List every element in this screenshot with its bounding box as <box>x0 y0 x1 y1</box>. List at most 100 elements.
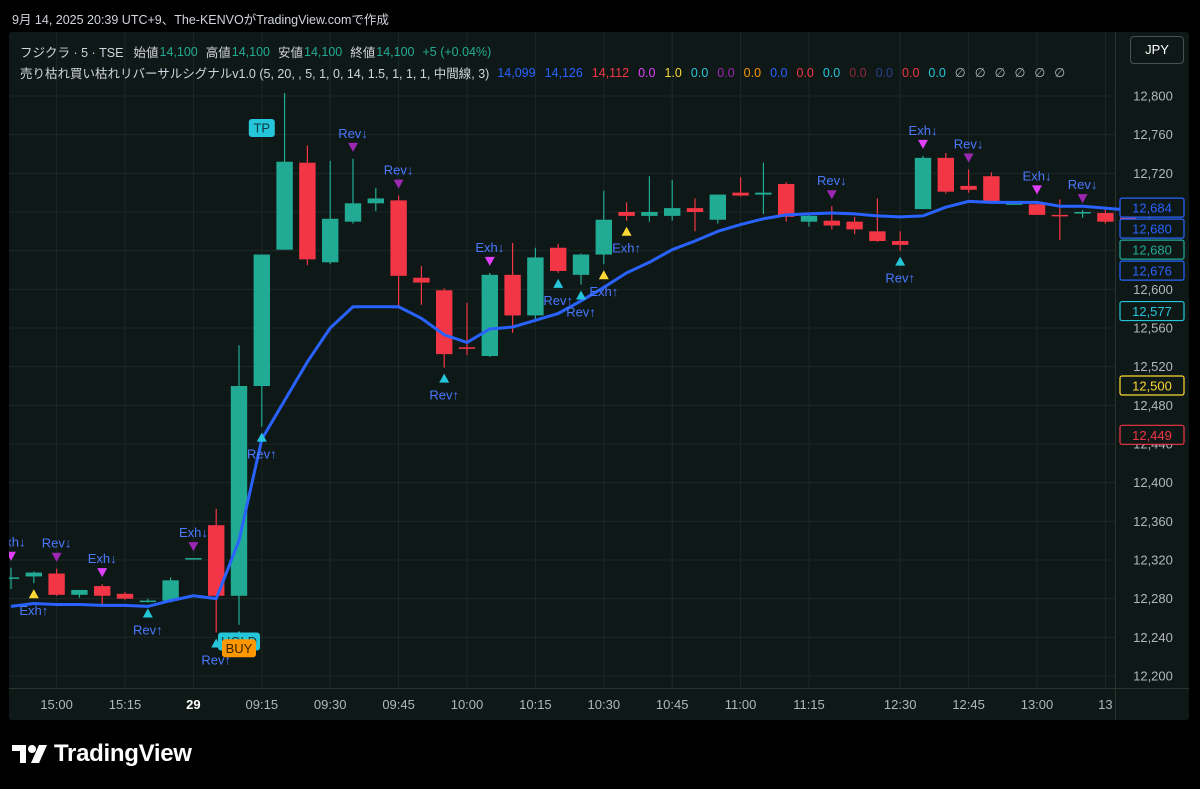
symbol-legend: フジクラ · 5 · TSE 始値 14,100 高値 14,100 安値 14… <box>20 42 491 61</box>
indicator-value: 0.0 <box>796 66 814 80</box>
y-tick-label: 12,360 <box>1133 514 1173 529</box>
indicator-value: 0.0 <box>743 66 762 80</box>
candle-body[interactable] <box>618 212 635 216</box>
low-value: 14,100 <box>304 44 343 59</box>
candle-body[interactable] <box>550 247 567 271</box>
signal-up-marker <box>621 226 632 236</box>
indicator-value: 0.0 <box>638 66 656 80</box>
candle-body[interactable] <box>481 274 498 357</box>
candle-body[interactable] <box>71 589 88 595</box>
y-tick-label: 12,800 <box>1133 89 1173 104</box>
candle-body[interactable] <box>732 192 749 196</box>
signal-down-marker <box>484 256 495 266</box>
signal-up-marker <box>895 256 906 266</box>
signal-up-marker <box>28 589 39 599</box>
price-label-text: 12,500 <box>1132 379 1172 394</box>
x-tick-label: 10:15 <box>519 697 552 712</box>
high-value: 14,100 <box>231 44 270 59</box>
indicator-value: 0.0 <box>902 66 920 80</box>
candle-body[interactable] <box>458 347 476 349</box>
candle-body[interactable] <box>800 215 818 222</box>
signal-label: Exh↓ <box>179 525 208 540</box>
signal-label: Rev↓ <box>1068 177 1098 192</box>
chart-panel[interactable]: 12,200 12,240 12,280 12,320 12,360 12,400 12,4… <box>9 32 1189 720</box>
indicator-value: 0.0 <box>717 66 735 80</box>
candle-body[interactable] <box>390 200 407 276</box>
indicator-name[interactable]: 売り枯れ買い枯れリバーサルシグナルv1.0 (5, 20, , 5, 1, 0,… <box>20 63 489 82</box>
candle-body[interactable] <box>709 194 726 220</box>
candle-body[interactable] <box>846 221 863 230</box>
y-tick-label: 12,520 <box>1133 359 1173 374</box>
signal-label: Exh↓ <box>475 240 504 255</box>
x-tick-label: 10:00 <box>451 697 484 712</box>
open-value: 14,100 <box>159 44 198 59</box>
indicator-value: ∅ <box>1014 66 1026 80</box>
signal-label: Rev↓ <box>954 136 984 151</box>
symbol-name[interactable]: フジクラ · 5 · TSE <box>20 42 123 61</box>
x-tick-label: 10:45 <box>656 697 689 712</box>
y-tick-label: 12,400 <box>1133 475 1173 490</box>
candle-body[interactable] <box>686 208 704 212</box>
x-tick-label: 29 <box>186 697 200 712</box>
candle-body[interactable] <box>914 157 932 210</box>
candle-body[interactable] <box>25 572 42 577</box>
candle-body[interactable] <box>1051 214 1068 217</box>
x-tick-label: 13:00 <box>1021 697 1054 712</box>
tradingview-logo-icon <box>12 745 47 763</box>
candle-body[interactable] <box>1074 212 1091 214</box>
candle-body[interactable] <box>9 577 20 579</box>
candle-body[interactable] <box>230 386 248 596</box>
candle-body[interactable] <box>436 290 453 355</box>
candle-body[interactable] <box>869 231 886 241</box>
indicator-value: 14,126 <box>544 66 583 80</box>
candle-body[interactable] <box>983 176 1000 204</box>
candle-body[interactable] <box>1028 204 1046 215</box>
candle-body[interactable] <box>1097 212 1114 222</box>
price-label-text: 12,577 <box>1132 304 1172 319</box>
x-tick-label: 15:00 <box>40 697 73 712</box>
candle-body[interactable] <box>641 212 658 216</box>
candle-body[interactable] <box>139 600 156 603</box>
candle-body[interactable] <box>276 161 293 250</box>
candle-body[interactable] <box>344 203 362 222</box>
candle-body[interactable] <box>527 257 544 316</box>
y-tick-label: 12,200 <box>1133 669 1173 684</box>
indicator-value: 0.0 <box>928 66 946 80</box>
candle-body[interactable] <box>960 185 977 190</box>
tradingview-logo[interactable]: TradingView <box>12 740 192 768</box>
signal-label: Rev↓ <box>338 126 368 141</box>
signal-down-marker <box>348 142 358 152</box>
candle-body[interactable] <box>504 274 521 316</box>
candle-body[interactable] <box>755 192 772 195</box>
x-tick-label: 13 <box>1098 697 1112 712</box>
candle-body[interactable] <box>94 586 111 596</box>
candle-body[interactable] <box>937 157 954 192</box>
candle-body[interactable] <box>185 558 202 560</box>
chart-caption: 9月 14, 2025 20:39 UTC+9、The-KENVOがTradin… <box>12 13 389 27</box>
candle-body[interactable] <box>253 254 270 386</box>
signal-up-marker <box>598 270 609 280</box>
candle-body[interactable] <box>413 277 430 283</box>
candle-body[interactable] <box>664 208 681 216</box>
candle-body[interactable] <box>823 220 840 226</box>
candle-body[interactable] <box>892 241 909 245</box>
chart-canvas[interactable]: 12,200 12,240 12,280 12,320 12,360 12,400 12,4… <box>9 32 1189 720</box>
signal-label: Rev↑ <box>885 271 915 286</box>
signal-down-marker <box>1077 194 1088 204</box>
indicator-value: 1.0 <box>664 66 682 80</box>
x-tick-label: 15:15 <box>109 697 142 712</box>
candle-body[interactable] <box>595 219 612 255</box>
candle-body[interactable] <box>572 254 590 275</box>
candle-body[interactable] <box>48 573 65 595</box>
candle-body[interactable] <box>116 593 134 599</box>
candle-body[interactable] <box>367 198 384 204</box>
y-tick-label: 12,320 <box>1133 553 1173 568</box>
indicator-legend: 売り枯れ買い枯れリバーサルシグナルv1.0 (5, 20, , 5, 1, 0,… <box>20 63 1074 82</box>
candle-body[interactable] <box>299 162 316 260</box>
candle-body[interactable] <box>322 218 339 263</box>
candle-body[interactable] <box>778 183 795 217</box>
signal-up-marker <box>576 290 586 300</box>
currency-button[interactable]: JPY <box>1130 36 1184 64</box>
candle-body[interactable] <box>162 580 179 601</box>
moving-average-line <box>10 199 1129 608</box>
